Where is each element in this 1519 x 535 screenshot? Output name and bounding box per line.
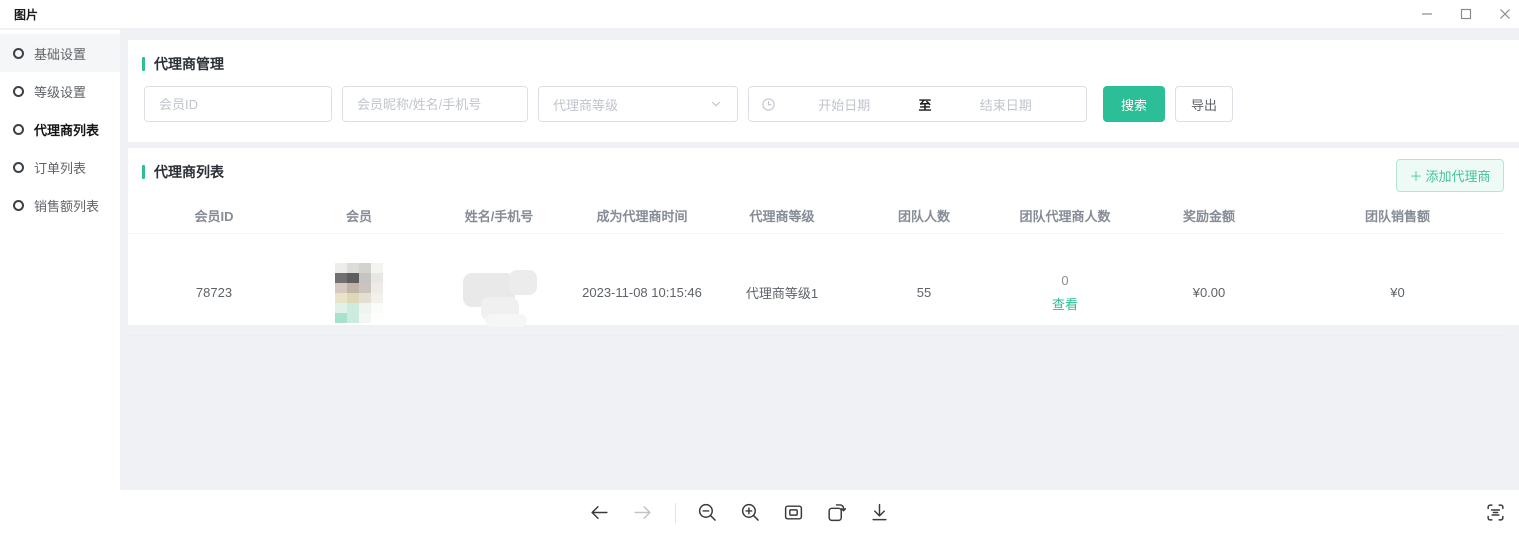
col-header-name-phone: 姓名/手机号 (432, 206, 566, 225)
radio-circle-icon (13, 200, 24, 211)
col-header-agent-level: 代理商等级 (718, 206, 846, 225)
cell-name-phone (432, 261, 566, 325)
cell-become-time: 2023-11-08 10:15:46 (566, 285, 718, 300)
table-row: 78723 2023-11-08 10:15:46 代理商等级1 55 0 (128, 250, 1505, 336)
admin-main-area: 代理商管理 代理商等级 (120, 28, 1519, 490)
cell-agent-level: 代理商等级1 (718, 283, 846, 302)
start-date-field[interactable]: 开始日期 (776, 95, 913, 114)
agent-level-select-placeholder: 代理商等级 (553, 95, 618, 114)
agent-list-panel: 代理商列表 ＋ 添加代理商 会员ID 会员 姓名/手机号 成为代理商时间 代理商… (128, 148, 1519, 325)
member-id-input[interactable] (144, 86, 332, 122)
filter-panel-title-text: 代理商管理 (154, 54, 224, 74)
viewer-toolbar (0, 490, 1519, 535)
maximize-icon[interactable] (1459, 7, 1473, 21)
blurred-name-blobs (457, 261, 541, 325)
filter-row: 代理商等级 开始日期 至 结束日期 搜索 (144, 86, 1519, 122)
nickname-input[interactable] (342, 86, 528, 122)
filter-panel-title: 代理商管理 (142, 54, 1519, 74)
viewer-controls-group (589, 502, 891, 524)
agent-level-select[interactable]: 代理商等级 (538, 86, 738, 122)
title-accent-bar (142, 165, 145, 179)
sidebar-item-level-settings[interactable]: 等级设置 (0, 72, 120, 110)
minimize-icon[interactable] (1420, 7, 1434, 21)
add-agent-button[interactable]: ＋ 添加代理商 (1396, 159, 1504, 192)
radio-circle-icon (13, 162, 24, 173)
cell-member-avatar (286, 263, 432, 323)
table-header-row: 会员ID 会员 姓名/手机号 成为代理商时间 代理商等级 团队人数 团队代理商人… (128, 198, 1505, 234)
team-agent-count-value: 0 (1061, 273, 1068, 288)
col-header-member: 会员 (286, 206, 432, 225)
clock-icon (761, 97, 776, 112)
title-accent-bar (142, 57, 145, 71)
image-viewer-canvas: 基础设置 等级设置 代理商列表 订单列表 销售额列表 (0, 28, 1519, 490)
cell-reward-amount: ¥0.00 (1128, 285, 1290, 300)
col-header-reward-amount: 奖励金额 (1128, 206, 1290, 225)
cell-team-agent-count: 0 查看 (1002, 273, 1128, 313)
sidebar-item-label: 订单列表 (34, 158, 86, 177)
rotate-icon[interactable] (826, 502, 848, 524)
end-date-field[interactable]: 结束日期 (938, 95, 1075, 114)
col-header-become-time: 成为代理商时间 (566, 206, 718, 225)
admin-sidebar: 基础设置 等级设置 代理商列表 订单列表 销售额列表 (0, 30, 120, 490)
text-scan-icon[interactable] (1483, 501, 1507, 525)
sidebar-item-agent-list[interactable]: 代理商列表 (0, 110, 120, 148)
photos-app-window: 图片 基础设置 等级设置 代 (0, 0, 1519, 535)
search-button[interactable]: 搜索 (1103, 86, 1165, 122)
cell-team-count: 55 (846, 285, 1002, 300)
plus-icon: ＋ (1409, 166, 1422, 185)
save-icon[interactable] (869, 502, 891, 524)
toolbar-divider (675, 503, 676, 523)
close-icon[interactable] (1498, 7, 1512, 21)
list-panel-title-text: 代理商列表 (154, 162, 224, 182)
date-separator: 至 (913, 95, 938, 114)
agent-filter-panel: 代理商管理 代理商等级 (128, 40, 1519, 142)
col-header-member-id: 会员ID (142, 206, 286, 225)
zoom-in-icon[interactable] (740, 502, 762, 524)
export-button[interactable]: 导出 (1175, 86, 1233, 122)
chevron-down-icon (709, 97, 723, 111)
fit-to-window-icon[interactable] (783, 502, 805, 524)
back-arrow-icon[interactable] (589, 502, 611, 524)
col-header-team-agent-count: 团队代理商人数 (1002, 206, 1128, 225)
cell-member-id: 78723 (142, 285, 286, 300)
add-agent-button-label: 添加代理商 (1426, 166, 1491, 185)
view-link[interactable]: 查看 (1002, 294, 1128, 313)
radio-circle-icon (13, 48, 24, 59)
sidebar-item-label: 销售额列表 (34, 196, 99, 215)
sidebar-item-basic-settings[interactable]: 基础设置 (0, 34, 120, 72)
sidebar-item-order-list[interactable]: 订单列表 (0, 148, 120, 186)
sidebar-item-label: 代理商列表 (34, 120, 99, 139)
list-panel-title: 代理商列表 (142, 162, 1519, 182)
sidebar-item-label: 等级设置 (34, 82, 86, 101)
sidebar-item-sales-list[interactable]: 销售额列表 (0, 186, 120, 224)
window-title: 图片 (0, 6, 38, 23)
cell-team-sales: ¥0 (1290, 285, 1505, 300)
col-header-team-count: 团队人数 (846, 206, 1002, 225)
window-controls (1420, 7, 1519, 21)
zoom-out-icon[interactable] (697, 502, 719, 524)
radio-circle-icon (13, 86, 24, 97)
sidebar-item-label: 基础设置 (34, 44, 86, 63)
col-header-team-sales: 团队销售额 (1290, 206, 1505, 225)
forward-arrow-icon[interactable] (632, 502, 654, 524)
date-range-picker[interactable]: 开始日期 至 结束日期 (748, 86, 1087, 122)
window-titlebar: 图片 (0, 0, 1519, 28)
member-avatar-mosaic (335, 263, 383, 323)
radio-circle-icon (13, 124, 24, 135)
